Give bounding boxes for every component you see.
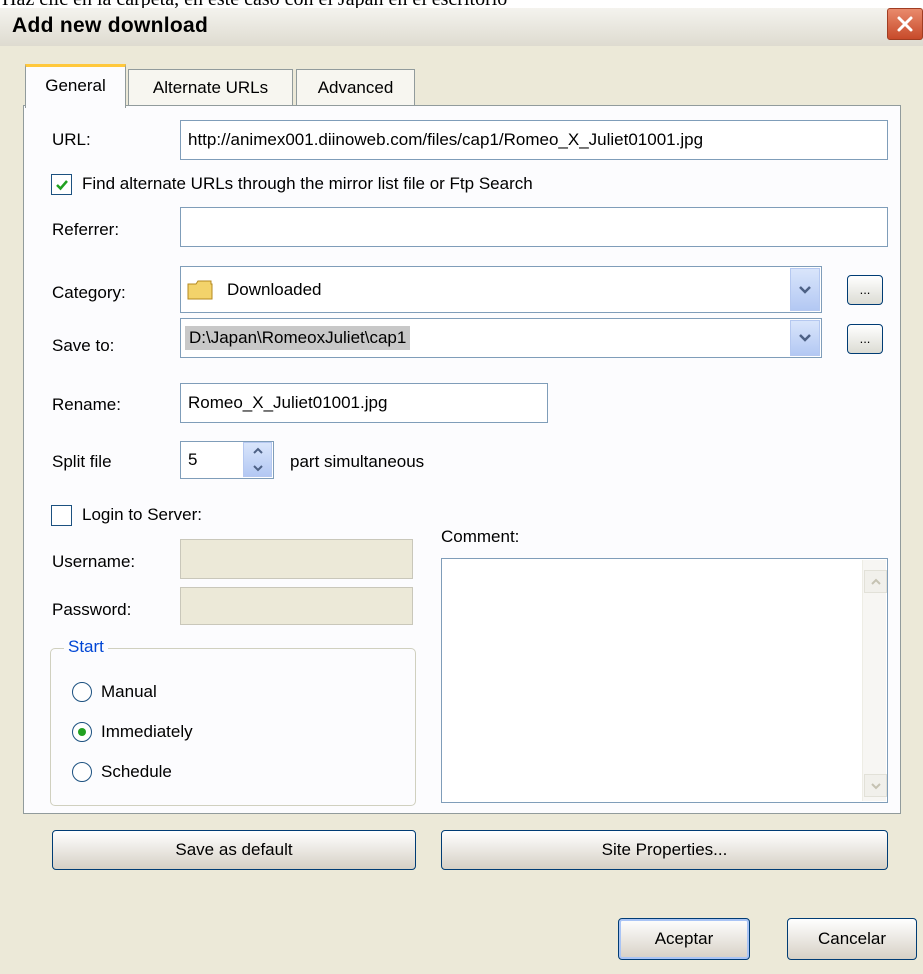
- find-alternate-label[interactable]: Find alternate URLs through the mirror l…: [82, 174, 533, 194]
- cancel-button[interactable]: Cancelar: [787, 918, 917, 960]
- category-select[interactable]: Downloaded: [180, 266, 822, 313]
- url-value: http://animex001.diinoweb.com/files/cap1…: [188, 130, 704, 149]
- comment-label: Comment:: [441, 527, 520, 546]
- split-file-suffix: part simultaneous: [290, 452, 425, 471]
- split-file-stepper[interactable]: [243, 442, 272, 477]
- radio-immediately-label[interactable]: Immediately: [101, 722, 193, 742]
- save-to-browse-button[interactable]: ...: [847, 324, 883, 354]
- find-alternate-checkbox[interactable]: [51, 174, 72, 195]
- chevron-down-icon: [799, 285, 811, 294]
- save-to-label: Save to:: [52, 336, 115, 355]
- radio-schedule[interactable]: [72, 762, 92, 782]
- checkmark-icon: [55, 179, 68, 190]
- save-to-select[interactable]: D:\Japan\RomeoxJuliet\cap1: [180, 318, 822, 358]
- category-browse-button[interactable]: ...: [847, 275, 883, 305]
- start-group-title: Start: [64, 637, 108, 657]
- radio-schedule-label[interactable]: Schedule: [101, 762, 172, 782]
- comment-scrollbar[interactable]: [862, 560, 887, 801]
- caption-text: Haz clic en la carpeta, en este caso con…: [2, 0, 507, 8]
- chevron-up-icon: [870, 578, 881, 585]
- close-icon: [897, 16, 913, 32]
- folder-icon: [187, 280, 213, 300]
- rename-value: Romeo_X_Juliet01001.jpg: [188, 393, 388, 412]
- url-input[interactable]: http://animex001.diinoweb.com/files/cap1…: [180, 120, 888, 160]
- rename-label: Rename:: [52, 395, 121, 414]
- ok-button[interactable]: Aceptar: [618, 918, 750, 960]
- window-title: Add new download: [12, 14, 209, 37]
- url-label: URL:: [52, 130, 91, 149]
- stepper-up-button[interactable]: [244, 443, 271, 460]
- site-properties-button[interactable]: Site Properties...: [441, 830, 888, 870]
- comment-textarea[interactable]: [441, 558, 888, 803]
- tab-general[interactable]: General: [25, 64, 126, 108]
- save-as-default-button[interactable]: Save as default: [52, 830, 416, 870]
- chevron-down-icon: [252, 465, 263, 472]
- referrer-input[interactable]: [180, 207, 888, 247]
- referrer-label: Referrer:: [52, 220, 120, 239]
- password-input[interactable]: [180, 587, 413, 625]
- radio-selected-dot: [78, 728, 86, 736]
- chevron-down-icon: [870, 782, 881, 789]
- tab-advanced[interactable]: Advanced: [296, 69, 415, 109]
- chevron-down-icon: [799, 334, 811, 342]
- rename-input[interactable]: Romeo_X_Juliet01001.jpg: [180, 383, 548, 423]
- category-dropdown-button[interactable]: [790, 268, 820, 311]
- radio-manual-label[interactable]: Manual: [101, 682, 157, 702]
- save-to-value: D:\Japan\RomeoxJuliet\cap1: [185, 326, 411, 350]
- login-label[interactable]: Login to Server:: [82, 505, 202, 525]
- split-file-value: 5: [188, 450, 198, 469]
- split-file-label: Split file: [52, 452, 112, 471]
- radio-immediately[interactable]: [72, 722, 92, 742]
- stepper-down-button[interactable]: [244, 460, 271, 477]
- category-value: Downloaded: [227, 279, 322, 299]
- category-label: Category:: [52, 283, 126, 302]
- username-label: Username:: [52, 552, 136, 571]
- background-caption-text: Haz clic en la carpeta, en este caso con…: [0, 0, 923, 8]
- radio-manual[interactable]: [72, 682, 92, 702]
- login-checkbox[interactable]: [51, 505, 72, 526]
- close-button[interactable]: [887, 8, 923, 40]
- password-label: Password:: [52, 600, 132, 619]
- tab-alternate-urls[interactable]: Alternate URLs: [128, 69, 293, 109]
- chevron-up-icon: [252, 447, 263, 454]
- username-input[interactable]: [180, 539, 413, 579]
- scroll-down-button[interactable]: [864, 774, 887, 797]
- save-to-dropdown-button[interactable]: [790, 320, 820, 356]
- scroll-up-button[interactable]: [864, 570, 887, 593]
